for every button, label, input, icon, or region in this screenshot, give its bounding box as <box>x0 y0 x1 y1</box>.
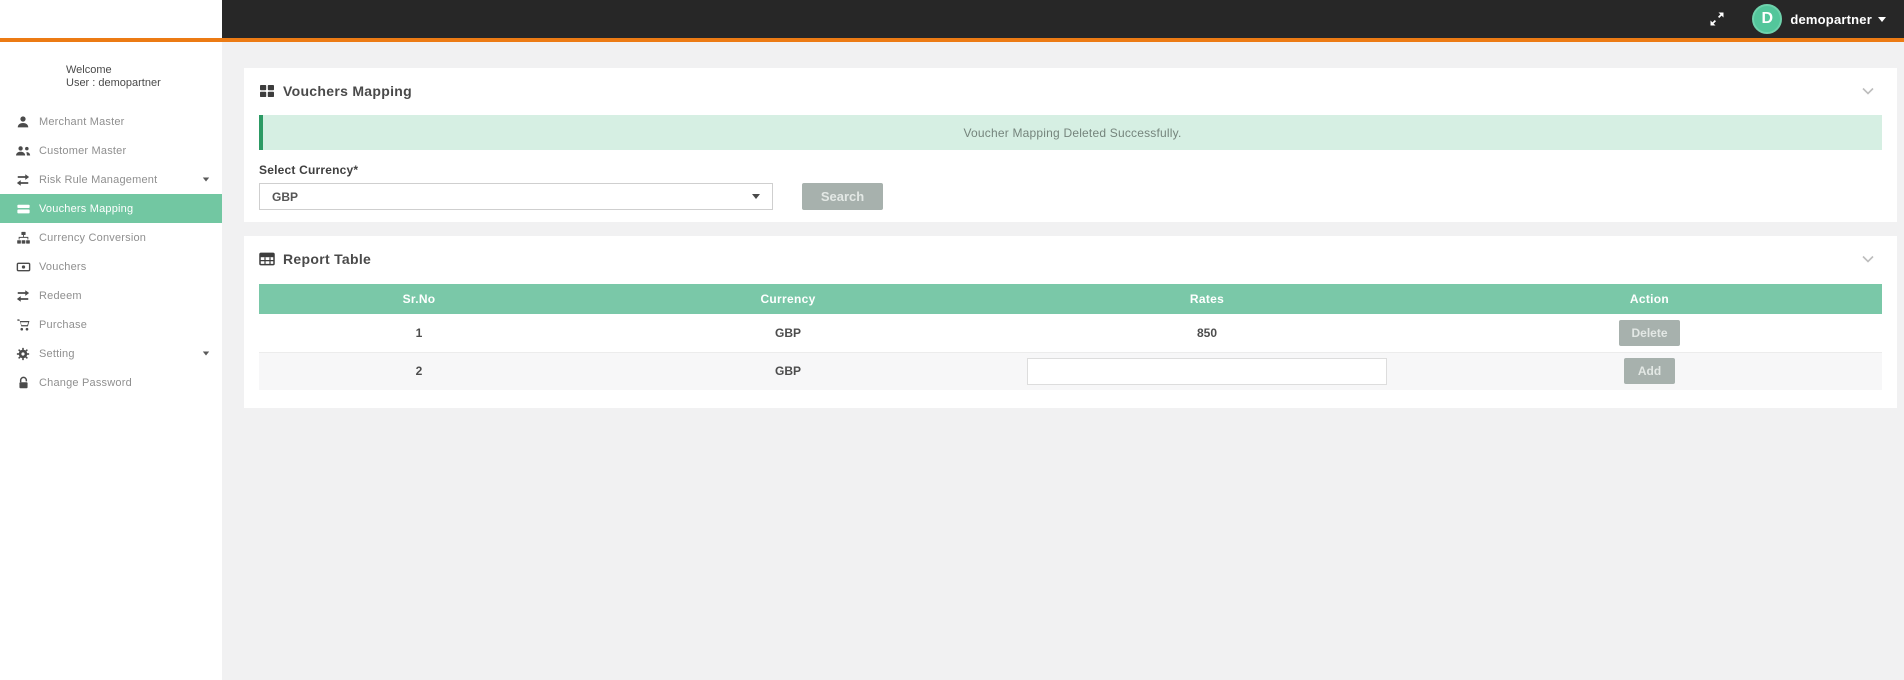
sidebar-item-customer-master[interactable]: Customer Master <box>0 136 222 165</box>
panel-header: Vouchers Mapping <box>259 80 1882 102</box>
sidebar-item-setting[interactable]: Setting <box>0 339 222 368</box>
avatar: D <box>1752 4 1782 34</box>
column-header-srno: Sr.No <box>259 284 579 314</box>
currency-select[interactable]: GBP <box>259 183 773 210</box>
sidebar-nav: Merchant Master Customer Master Risk Rul… <box>0 107 222 397</box>
welcome-block: Welcome User : demopartner <box>66 64 222 90</box>
username-label: demopartner <box>1790 12 1872 27</box>
sidebar-item-label: Redeem <box>39 290 82 302</box>
sidebar-item-risk-rule-management[interactable]: Risk Rule Management <box>0 165 222 194</box>
money-bill-icon <box>14 260 32 274</box>
chevron-down-icon <box>203 178 209 182</box>
sidebar-item-label: Merchant Master <box>39 116 125 128</box>
currency-select-label: Select Currency* <box>259 163 1882 177</box>
sidebar-item-label: Purchase <box>39 319 87 331</box>
sidebar-item-label: Risk Rule Management <box>39 174 157 186</box>
table-header-row: Sr.No Currency Rates Action <box>259 284 1882 314</box>
sidebar-item-label: Change Password <box>39 377 132 389</box>
column-header-rates: Rates <box>997 284 1417 314</box>
alert-message: Voucher Mapping Deleted Successfully. <box>964 126 1182 140</box>
cell-srno: 1 <box>259 314 579 352</box>
report-table-panel: Report Table Sr.No Currency Rates Action <box>244 236 1897 408</box>
sidebar-item-label: Currency Conversion <box>39 232 146 244</box>
sidebar: Welcome User : demopartner Merchant Mast… <box>0 42 222 680</box>
cell-srno: 2 <box>259 352 579 390</box>
cell-rates <box>997 352 1417 390</box>
sidebar-item-merchant-master[interactable]: Merchant Master <box>0 107 222 136</box>
users-icon <box>14 144 32 158</box>
cell-currency: GBP <box>579 314 997 352</box>
sidebar-item-vouchers[interactable]: Vouchers <box>0 252 222 281</box>
sidebar-item-label: Customer Master <box>39 145 126 157</box>
sidebar-item-purchase[interactable]: Purchase <box>0 310 222 339</box>
grid-icon <box>259 83 275 99</box>
panel-header: Report Table <box>259 248 1882 270</box>
table-icon <box>259 251 275 267</box>
user-icon <box>14 115 32 129</box>
table-row: 1 GBP 850 Delete <box>259 314 1882 352</box>
column-header-action: Action <box>1417 284 1882 314</box>
sidebar-item-label: Setting <box>39 348 75 360</box>
sitemap-icon <box>14 231 32 245</box>
lock-icon <box>14 376 32 390</box>
sidebar-item-redeem[interactable]: Redeem <box>0 281 222 310</box>
cell-currency: GBP <box>579 352 997 390</box>
cell-rates: 850 <box>997 314 1417 352</box>
user-menu[interactable]: D demopartner <box>1752 4 1886 34</box>
currency-form-row: GBP Search <box>259 183 1882 210</box>
expand-arrows-icon[interactable] <box>1706 8 1728 30</box>
sidebar-item-change-password[interactable]: Change Password <box>0 368 222 397</box>
topbar: D demopartner <box>222 0 1904 38</box>
success-alert: Voucher Mapping Deleted Successfully. <box>259 115 1882 150</box>
chevron-down-icon <box>752 194 760 199</box>
cell-action: Add <box>1417 352 1882 390</box>
search-button[interactable]: Search <box>802 183 883 210</box>
cell-action: Delete <box>1417 314 1882 352</box>
cart-icon <box>14 318 32 332</box>
sidebar-item-vouchers-mapping[interactable]: Vouchers Mapping <box>0 194 222 223</box>
vouchers-mapping-panel: Vouchers Mapping Voucher Mapping Deleted… <box>244 68 1897 222</box>
currency-select-value: GBP <box>272 190 298 204</box>
report-table: Sr.No Currency Rates Action 1 GBP 850 De… <box>259 284 1882 390</box>
sidebar-item-label: Vouchers Mapping <box>39 203 133 215</box>
rate-input[interactable] <box>1027 358 1387 385</box>
chevron-down-icon <box>1878 17 1886 22</box>
panel-title: Report Table <box>283 251 371 267</box>
delete-button[interactable]: Delete <box>1619 320 1679 346</box>
exchange-icon <box>14 289 32 303</box>
welcome-text: Welcome <box>66 64 222 77</box>
panel-title: Vouchers Mapping <box>283 83 412 99</box>
chevron-down-icon[interactable] <box>1862 255 1874 263</box>
sidebar-item-currency-conversion[interactable]: Currency Conversion <box>0 223 222 252</box>
column-header-currency: Currency <box>579 284 997 314</box>
welcome-user: User : demopartner <box>66 77 222 90</box>
main-content: Vouchers Mapping Voucher Mapping Deleted… <box>222 42 1904 680</box>
topbar-logo-area <box>0 0 222 38</box>
credit-card-icon <box>14 202 32 216</box>
gear-icon <box>14 347 32 361</box>
chevron-down-icon[interactable] <box>1862 87 1874 95</box>
chevron-down-icon <box>203 352 209 356</box>
table-row: 2 GBP Add <box>259 352 1882 390</box>
exchange-icon <box>14 173 32 187</box>
sidebar-item-label: Vouchers <box>39 261 86 273</box>
add-button[interactable]: Add <box>1624 358 1675 384</box>
